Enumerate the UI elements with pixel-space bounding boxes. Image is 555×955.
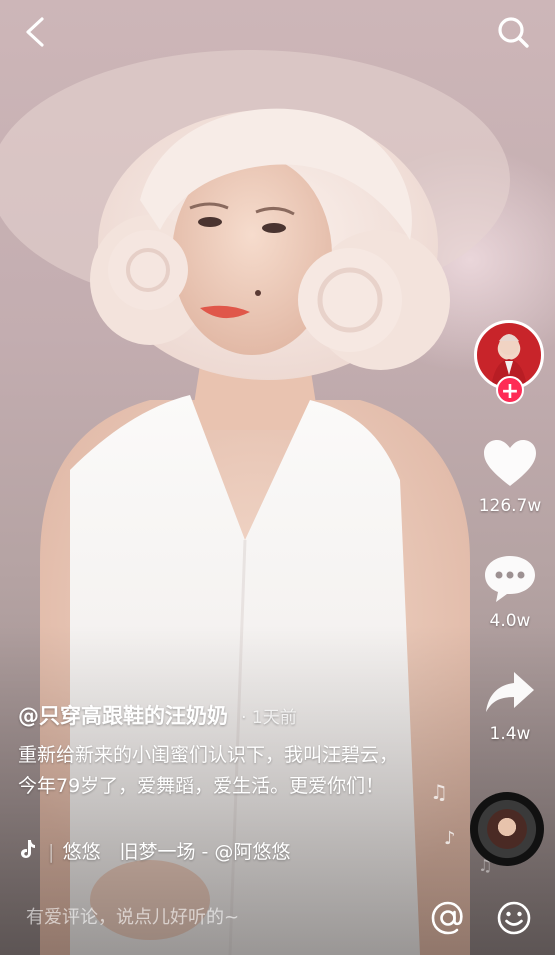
tiktok-note-icon — [18, 837, 36, 869]
chevron-left-icon — [26, 17, 44, 47]
creator-avatar-button[interactable]: + — [474, 320, 546, 410]
comment-button[interactable]: 4.0w — [470, 553, 550, 631]
mention-button[interactable] — [428, 898, 468, 938]
music-cover-image — [487, 809, 527, 849]
comment-count: 4.0w — [489, 611, 531, 631]
video-feed-screen: + 126.7w 4.0w 1.4w ♫ ♪ ♫ @只穿高跟鞋的汪奶奶 · 1天… — [0, 0, 555, 955]
music-note-icon: ♫ — [430, 780, 448, 804]
comment-bubble-icon — [485, 556, 535, 602]
search-button[interactable] — [492, 12, 536, 52]
like-count: 126.7w — [478, 496, 542, 516]
at-sign-icon — [431, 901, 463, 935]
author-handle-link[interactable]: @只穿高跟鞋的汪奶奶 — [18, 704, 228, 728]
smiley-icon — [497, 901, 531, 935]
emoji-button[interactable] — [494, 898, 534, 938]
back-button[interactable] — [14, 12, 58, 52]
search-icon — [498, 17, 529, 48]
post-time: · 1天前 — [241, 708, 297, 728]
caption-text: 重新给新来的小闺蜜们认识下，我叫汪碧云，今年79岁了，爱舞蹈，爱生活。更爱你们！ — [18, 744, 399, 797]
share-count: 1.4w — [489, 724, 531, 744]
like-button[interactable]: 126.7w — [470, 438, 550, 516]
music-disc-button[interactable] — [470, 792, 544, 866]
music-title: 悠悠 旧梦一场 - @阿悠悠 — [62, 841, 291, 863]
music-note-icon: ♪ — [444, 828, 456, 849]
video-caption: @只穿高跟鞋的汪奶奶 · 1天前 重新给新来的小闺蜜们认识下，我叫汪碧云，今年7… — [18, 700, 418, 802]
author-line: @只穿高跟鞋的汪奶奶 · 1天前 — [18, 700, 418, 730]
follow-button[interactable]: + — [496, 376, 524, 404]
music-separator: | — [48, 841, 55, 863]
share-button[interactable]: 1.4w — [470, 668, 550, 744]
share-arrow-icon — [486, 672, 534, 712]
comment-input[interactable]: 有爱评论，说点儿好听的~ — [26, 902, 406, 934]
music-marquee[interactable]: | 悠悠 旧梦一场 - @阿悠悠 — [18, 836, 318, 868]
heart-icon — [484, 440, 536, 486]
